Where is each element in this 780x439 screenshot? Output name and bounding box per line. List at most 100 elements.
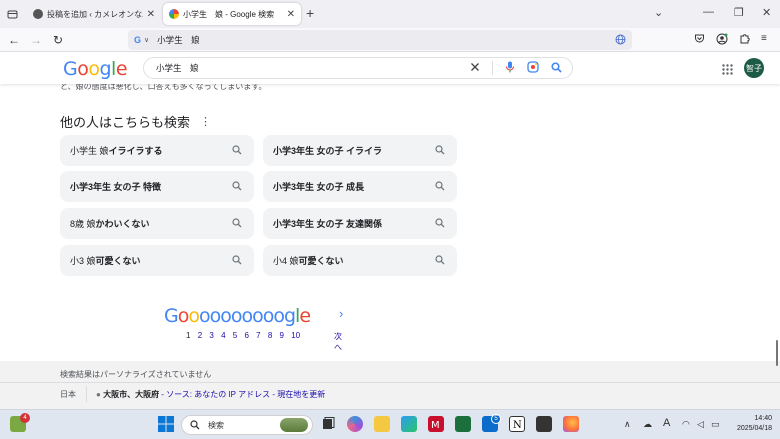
location-dot-icon: ● [96,390,101,399]
chip-query-plain: 小学生 娘 [70,146,109,156]
calendar-app-icon[interactable] [536,416,552,432]
list-all-tabs-icon[interactable]: ⌄ [654,6,663,19]
close-window-icon[interactable]: ✕ [762,6,771,19]
ime-mode-icon[interactable]: A [663,417,670,429]
chip-query-plain: 小3 娘 [70,256,96,266]
edge-icon[interactable] [401,416,417,432]
notion-icon[interactable]: N [509,416,525,432]
search-icon [232,181,242,193]
chip-query-plain: 8歳 娘 [70,219,96,229]
page-link[interactable]: 6 [244,331,248,340]
search-icon [232,218,242,230]
firefox-icon[interactable] [563,416,579,432]
chip-query-bold: 小学3年生 女の子 成長 [273,182,365,192]
minimize-icon[interactable]: — [703,6,714,18]
windows-taskbar: 4 検索 M 5 N ∧ ☁ A ◠ ◁ ▭ 14:40 2025/04/18 [0,409,780,439]
page-link[interactable]: 7 [256,331,260,340]
weather-badge: 4 [20,413,30,423]
battery-icon[interactable]: ▭ [711,419,720,430]
account-icon[interactable] [716,33,728,48]
update-location-link[interactable]: 現在地を更新 [277,390,325,399]
page-link[interactable]: 9 [280,331,284,340]
related-search-chip[interactable]: 小4 娘 可愛くない [263,245,457,276]
search-icon [435,145,445,157]
chevron-right-icon[interactable]: › [339,306,343,321]
windows-start-icon[interactable] [158,416,174,432]
voice-search-icon[interactable] [505,61,515,75]
mcafee-icon[interactable]: M [428,416,444,432]
app-icon[interactable] [455,416,471,432]
forward-icon[interactable]: → [28,32,44,48]
location-line: ● 大阪市、大阪府 - ソース: あなたの IP アドレス - 現在地を更新 [96,389,325,400]
taskbar-search-placeholder: 検索 [208,420,224,430]
google-apps-icon[interactable] [722,62,733,80]
gooooogle-logo: Goooooooooogle [164,305,311,327]
page-link[interactable]: 5 [233,331,237,340]
url-text: 小学生 娘 [157,35,200,45]
address-bar[interactable]: G ∨ 小学生 娘 [128,30,632,50]
page-link[interactable]: 3 [209,331,213,340]
related-search-chip[interactable]: 8歳 娘 かわいくない [60,208,254,239]
show-hidden-icons-icon[interactable]: ∧ [624,419,631,430]
next-page-link[interactable]: 次へ [334,331,342,353]
google-engine-icon[interactable]: G [134,35,141,45]
search-icon [435,181,445,193]
page-numbers: 1 2 3 4 5 6 7 8 9 10 [186,331,305,340]
avatar[interactable]: 智子 [744,58,764,78]
related-search-chip[interactable]: 小学生 娘 イライラする [60,135,254,166]
chip-query-bold: かわいくない [95,219,150,229]
tab-title: 投稿を追加 ‹ カメレオンな二人暮らし [47,9,143,19]
taskbar-clock[interactable]: 14:40 2025/04/18 [728,414,772,434]
search-icon [435,255,445,267]
menu-icon[interactable]: ≡ [761,33,767,44]
page-scrollbar[interactable] [776,340,778,366]
taskbar-search-input[interactable]: 検索 [181,415,313,435]
search-icon [190,420,200,430]
search-input[interactable]: 小学生 娘 [143,57,573,79]
close-tab-icon[interactable]: ✕ [147,9,155,20]
page-link[interactable]: 4 [221,331,225,340]
related-search-chip[interactable]: 小3 娘 可愛くない [60,245,254,276]
tab-google-search[interactable]: 小学生 娘 - Google 検索 ✕ [163,3,301,25]
new-tab-icon[interactable]: + [306,5,314,21]
maximize-icon[interactable]: ❐ [734,6,744,19]
page-link[interactable]: 8 [268,331,272,340]
lens-search-icon[interactable] [527,61,539,75]
back-icon[interactable]: ← [6,32,22,48]
chevron-down-icon[interactable]: ∨ [144,36,149,44]
country-label: 日本 [60,390,76,399]
search-icon [435,218,445,230]
wifi-icon[interactable]: ◠ [682,419,690,430]
page-link[interactable]: 10 [291,331,300,340]
copilot-icon[interactable] [347,416,363,432]
related-search-chip[interactable]: 小学3年生 女の子 友達関係 [263,208,457,239]
pocket-icon[interactable] [694,33,705,47]
reload-icon[interactable]: ↻ [50,32,66,48]
location-source-link[interactable]: - ソース: あなたの IP アドレス - [159,390,277,399]
svg-text:N: N [513,420,522,431]
close-tab-icon[interactable]: ✕ [287,9,295,20]
task-view-icon[interactable] [320,416,336,432]
chip-query-bold: 小学3年生 女の子 イライラ [273,146,383,156]
extensions-icon[interactable] [739,33,750,47]
tab-bar: 投稿を追加 ‹ カメレオンな二人暮らし ✕ 小学生 娘 - Google 検索 … [0,0,780,28]
onedrive-icon[interactable]: ☁ [643,419,652,430]
page-link-current: 1 [186,331,191,340]
search-icon[interactable] [551,61,562,75]
more-options-icon[interactable]: ⋮ [200,115,211,128]
navigation-bar: ← → ↻ G ∨ 小学生 娘 ≡ [0,28,780,52]
tab-post-editor[interactable]: 投稿を追加 ‹ カメレオンな二人暮らし ✕ [27,3,161,25]
tab-list-icon[interactable] [4,6,20,22]
chip-query-plain: 小4 娘 [273,256,299,266]
related-search-chip[interactable]: 小学3年生 女の子 イライラ [263,135,457,166]
related-search-chip[interactable]: 小学3年生 女の子 成長 [263,171,457,202]
clear-search-icon[interactable] [470,62,480,74]
chip-query-bold: 可愛くない [95,256,141,266]
google-logo[interactable]: Google [63,58,128,80]
page-link[interactable]: 2 [198,331,202,340]
volume-icon[interactable]: ◁ [697,419,704,430]
divider [492,61,493,75]
globe-icon[interactable] [615,34,626,47]
file-explorer-icon[interactable] [374,416,390,432]
related-search-chip[interactable]: 小学3年生 女の子 特徴 [60,171,254,202]
